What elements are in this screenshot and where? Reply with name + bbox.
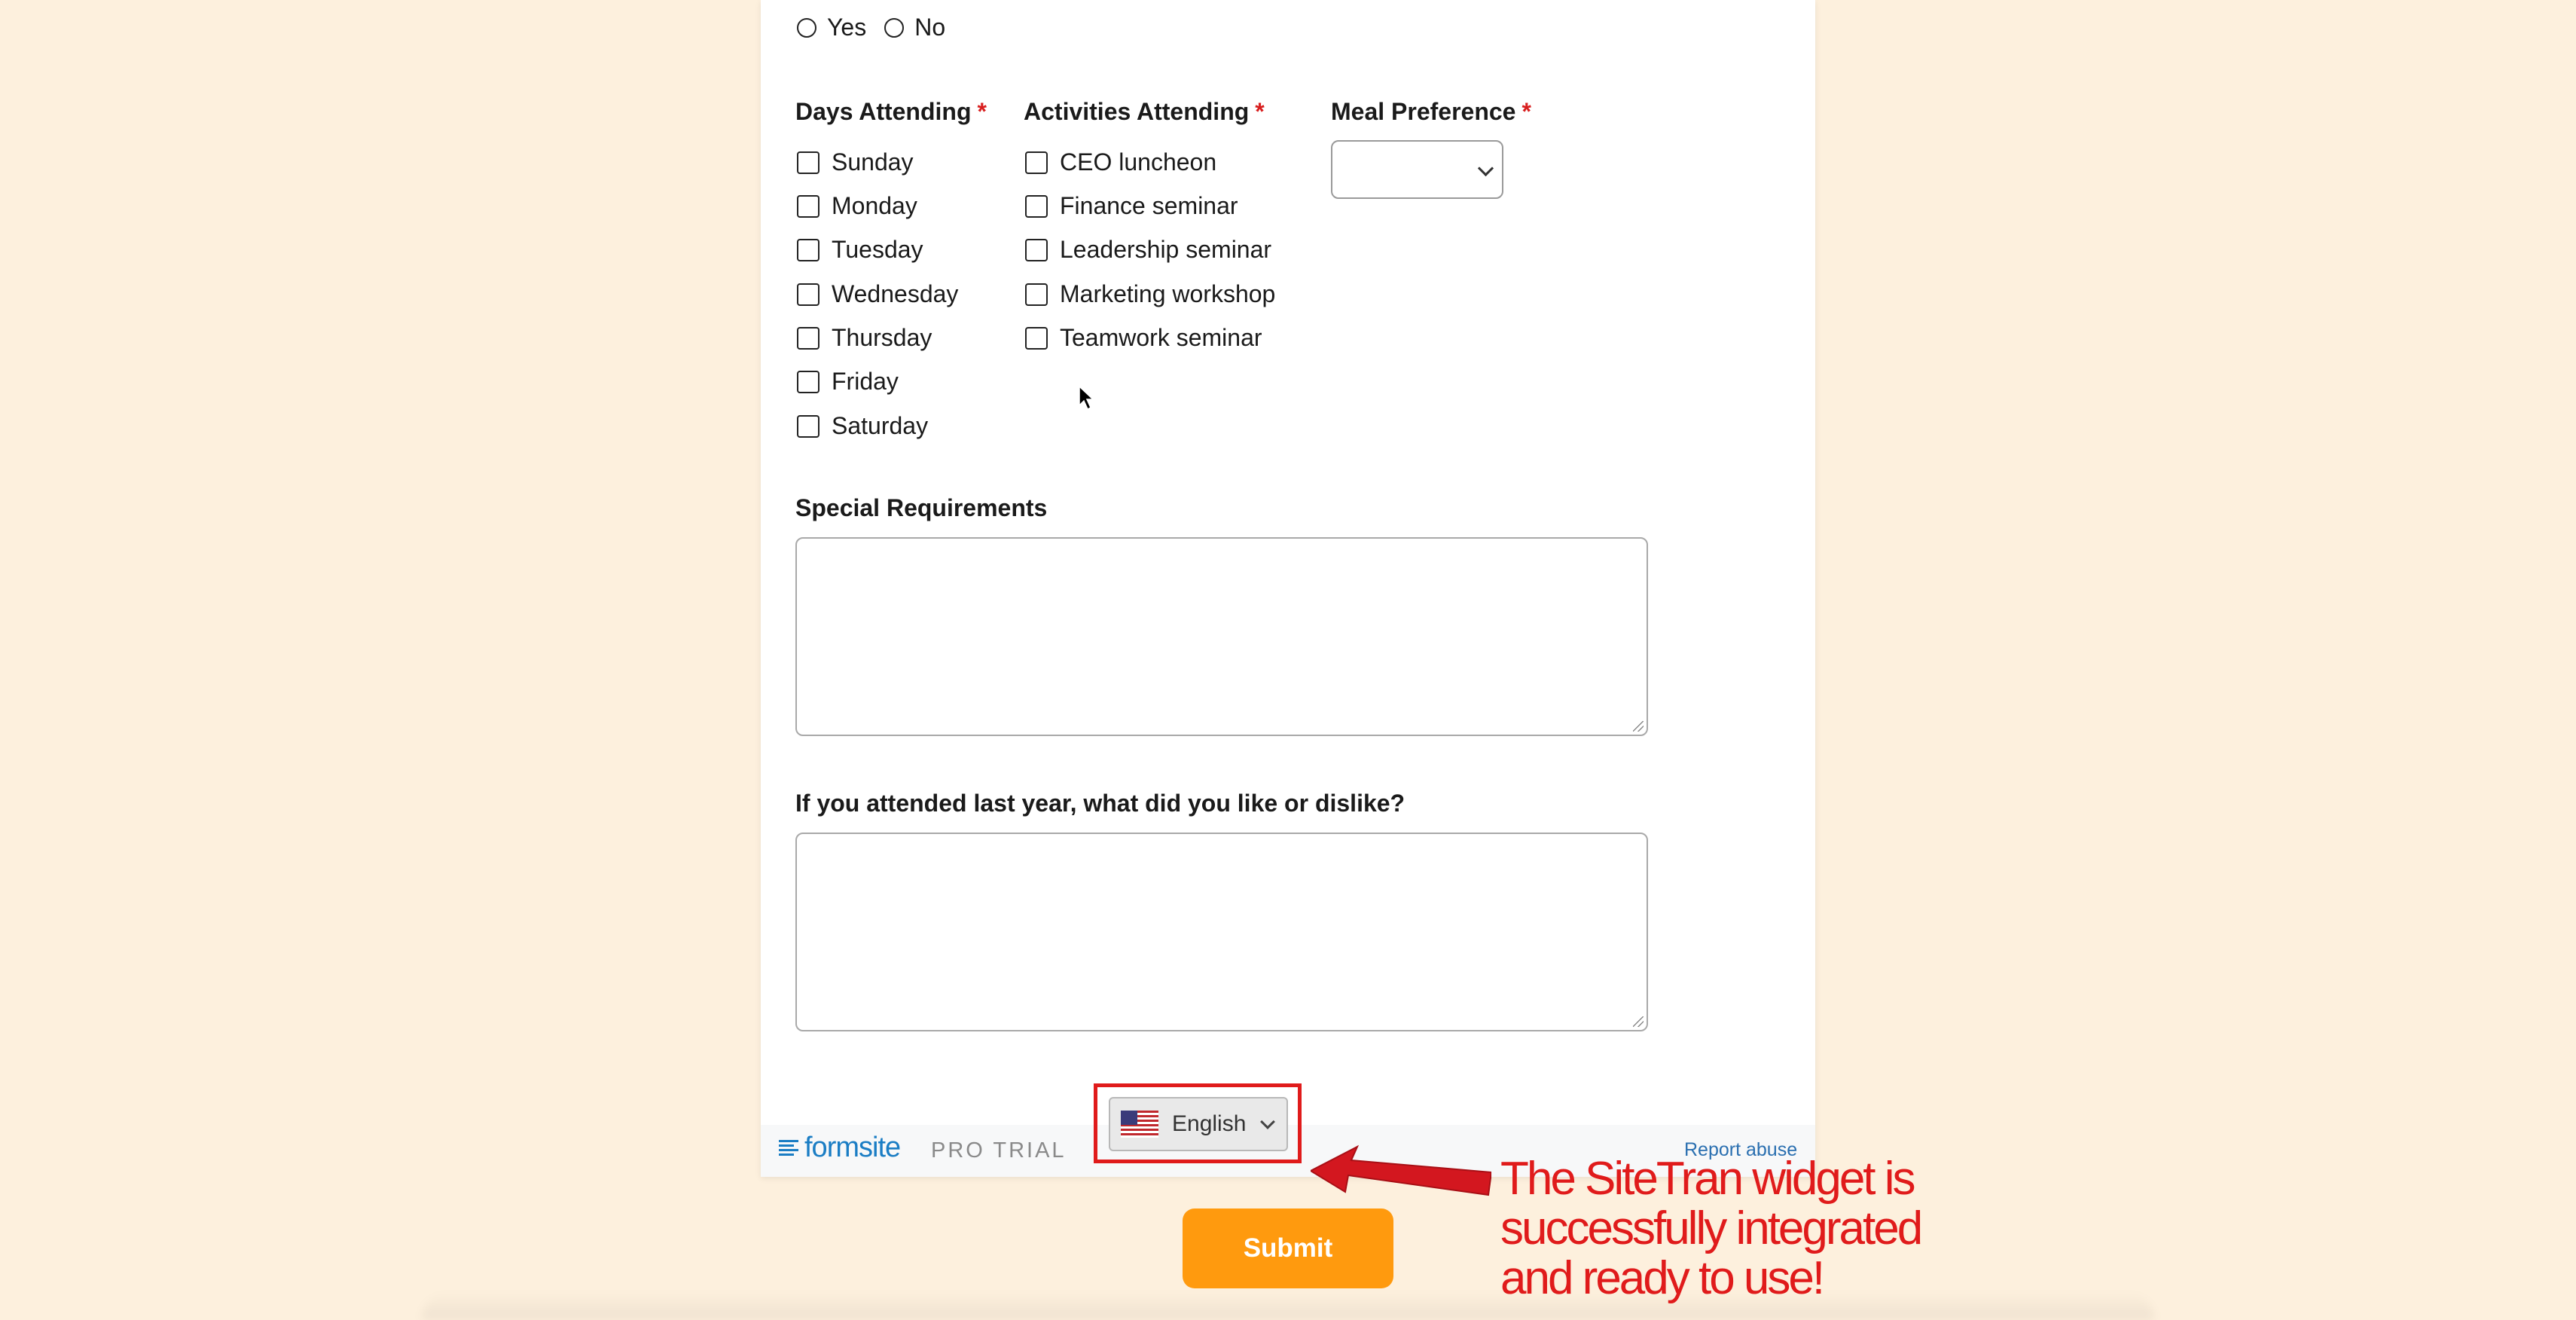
formsite-lines-icon [779, 1138, 798, 1158]
chevron-down-icon [1477, 160, 1494, 177]
annotation-text: The SiteTran widget is successfully inte… [1500, 1153, 1923, 1304]
activity-ceo-luncheon-checkbox[interactable] [1025, 151, 1048, 174]
day-friday-checkbox[interactable] [797, 370, 819, 393]
resize-grip-icon[interactable] [1633, 721, 1644, 732]
required-mark: * [977, 98, 987, 125]
day-saturday-label: Saturday [832, 412, 929, 439]
activities-attending-label: Activities Attending * [1024, 98, 1265, 125]
us-flag-icon [1121, 1111, 1158, 1138]
day-tuesday-checkbox[interactable] [797, 238, 819, 261]
mouse-cursor-icon [1079, 386, 1094, 411]
activity-ceo-luncheon-label: CEO luncheon [1060, 148, 1217, 176]
day-friday[interactable]: Friday [797, 368, 899, 396]
radio-no-label: No [914, 14, 946, 41]
activity-teamwork-seminar-label: Teamwork seminar [1060, 324, 1262, 351]
language-selector[interactable]: English [1109, 1097, 1288, 1151]
day-sunday[interactable]: Sunday [797, 148, 914, 176]
day-saturday-checkbox[interactable] [797, 414, 819, 438]
day-saturday[interactable]: Saturday [797, 412, 928, 440]
language-label: English [1172, 1111, 1247, 1136]
meal-preference-label: Meal Preference * [1331, 98, 1531, 125]
activity-finance-seminar-label: Finance seminar [1060, 192, 1238, 219]
day-sunday-checkbox[interactable] [797, 151, 819, 174]
feedback-label: If you attended last year, what did you … [795, 790, 1406, 817]
day-tuesday[interactable]: Tuesday [797, 236, 923, 264]
day-tuesday-label: Tuesday [832, 236, 923, 263]
special-requirements-textarea[interactable] [795, 537, 1648, 736]
activity-marketing-workshop-checkbox[interactable] [1025, 283, 1048, 306]
feedback-textarea[interactable] [795, 833, 1648, 1031]
activity-marketing-workshop[interactable]: Marketing workshop [1025, 280, 1275, 308]
required-mark: * [1521, 98, 1531, 125]
activity-teamwork-seminar[interactable]: Teamwork seminar [1025, 324, 1262, 352]
activity-marketing-workshop-label: Marketing workshop [1060, 280, 1276, 307]
special-requirements-label: Special Requirements [795, 494, 1048, 521]
activity-finance-seminar-checkbox[interactable] [1025, 194, 1048, 218]
radio-yes[interactable] [797, 17, 816, 38]
day-monday-label: Monday [832, 192, 917, 219]
day-friday-label: Friday [832, 368, 899, 395]
day-wednesday-checkbox[interactable] [797, 283, 819, 306]
attendance-radio-group: Yes No [797, 14, 963, 41]
day-thursday-checkbox[interactable] [797, 326, 819, 350]
activity-leadership-seminar-checkbox[interactable] [1025, 238, 1048, 261]
meal-preference-select[interactable] [1331, 140, 1503, 199]
activity-finance-seminar[interactable]: Finance seminar [1025, 192, 1238, 220]
activity-teamwork-seminar-checkbox[interactable] [1025, 326, 1048, 350]
activity-ceo-luncheon[interactable]: CEO luncheon [1025, 148, 1216, 176]
formsite-logo[interactable]: formsite [779, 1132, 901, 1164]
radio-yes-label: Yes [827, 14, 867, 41]
day-wednesday[interactable]: Wednesday [797, 280, 958, 308]
days-attending-label: Days Attending * [795, 98, 987, 125]
resize-grip-icon[interactable] [1633, 1016, 1644, 1027]
day-monday-checkbox[interactable] [797, 194, 819, 218]
day-thursday-label: Thursday [832, 324, 932, 351]
chevron-down-icon [1260, 1114, 1276, 1129]
plan-label: PRO TRIAL [931, 1138, 1067, 1163]
day-thursday[interactable]: Thursday [797, 324, 932, 352]
required-mark: * [1255, 98, 1265, 125]
day-monday[interactable]: Monday [797, 192, 917, 220]
annotation-arrow-icon [1311, 1144, 1491, 1196]
activity-leadership-seminar[interactable]: Leadership seminar [1025, 236, 1271, 264]
day-sunday-label: Sunday [832, 148, 914, 176]
radio-no[interactable] [884, 17, 905, 38]
formsite-brand: formsite [804, 1132, 901, 1163]
day-wednesday-label: Wednesday [832, 280, 959, 307]
activity-leadership-seminar-label: Leadership seminar [1060, 236, 1272, 263]
